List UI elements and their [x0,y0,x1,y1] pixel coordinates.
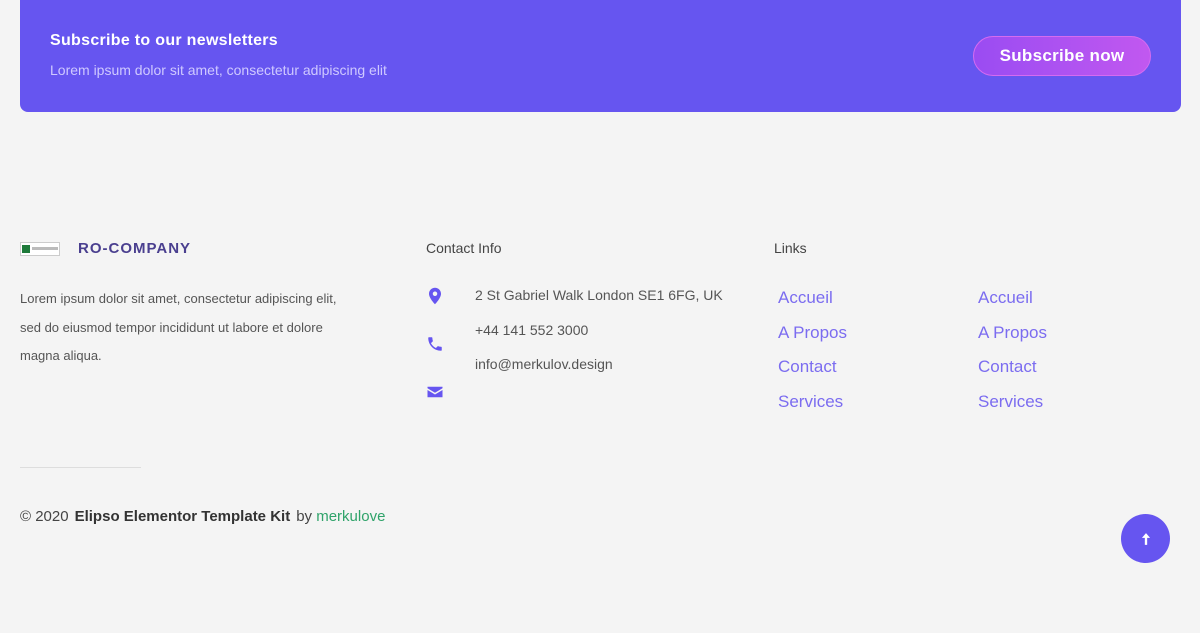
contact-info-heading: Contact Info [426,240,502,256]
author-link[interactable]: merkulove [316,508,385,525]
link-accueil[interactable]: Accueil [978,288,1047,323]
phone-icon [426,335,448,357]
copyright-line: © 2020 Elipso Elementor Template Kit by me… [20,508,385,525]
brand-name: RO-COMPANY [78,240,192,257]
contact-address: 2 St Gabriel Walk London SE1 6FG, UK [475,287,723,303]
links-heading: Links [774,240,807,256]
link-services[interactable]: Services [778,392,847,427]
map-pin-icon [426,287,448,309]
contact-email: info@merkulov.design [475,356,613,372]
subscribe-button[interactable]: Subscribe now [973,36,1151,76]
link-accueil[interactable]: Accueil [778,288,847,323]
company-logo[interactable] [20,241,60,256]
contact-phone: +44 141 552 3000 [475,321,589,338]
footer-divider [20,467,141,468]
footer-links-column-2: Accueil A Propos Contact Services [978,288,1047,426]
link-a-propos[interactable]: A Propos [778,323,847,358]
contact-icons [426,287,448,431]
envelope-icon [426,383,448,405]
logo-text-graphic [32,247,58,250]
contact-details: 2 St Gabriel Walk London SE1 6FG, UK +44… [475,287,723,391]
link-a-propos[interactable]: A Propos [978,323,1047,358]
by-label: by [296,508,313,525]
arrow-up-icon [1141,532,1150,545]
about-text: Lorem ipsum dolor sit amet, consectetur … [20,291,337,363]
newsletter-title: Subscribe to our newsletters [50,32,279,49]
link-contact[interactable]: Contact [778,357,847,392]
footer-brand: RO-COMPANY [20,240,191,257]
link-contact[interactable]: Contact [978,357,1047,392]
newsletter-banner: Subscribe to our newsletters Lorem ipsum… [20,0,1181,112]
footer-links-column-1: Accueil A Propos Contact Services [778,288,847,426]
newsletter-subtitle: Lorem ipsum dolor sit amet, consectetur … [50,62,387,78]
copyright-year: © 2020 [20,508,69,525]
kit-name: Elipso Elementor Template Kit [74,508,291,525]
scroll-to-top-button[interactable] [1121,514,1170,563]
link-services[interactable]: Services [978,392,1047,427]
logo-mark [22,244,30,253]
